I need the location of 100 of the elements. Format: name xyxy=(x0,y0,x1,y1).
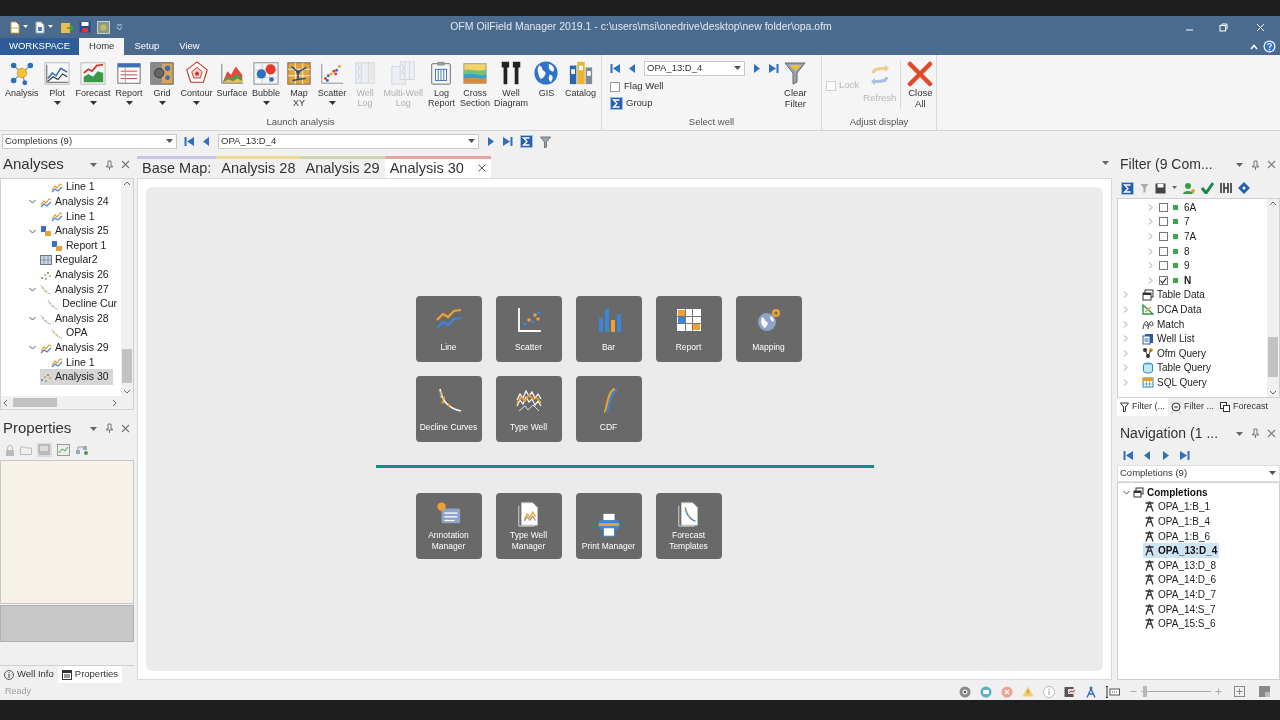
filter-checkbox[interactable] xyxy=(1159,232,1168,241)
panel-tab[interactable]: Properties xyxy=(57,666,123,683)
scrollbar-thumb[interactable] xyxy=(122,349,132,383)
filter-value[interactable]: 6A xyxy=(1184,199,1197,215)
diamond-icon[interactable] xyxy=(1238,182,1250,194)
dropdown-caret-icon[interactable] xyxy=(89,160,98,169)
tree-item[interactable]: Decline Cur xyxy=(47,296,121,312)
tree-item[interactable]: DCA Data xyxy=(1142,301,1202,317)
well-item[interactable]: OPA_13:D_4 xyxy=(1143,543,1220,559)
ribbon-button[interactable]: Scatter xyxy=(315,60,349,106)
filter-checkbox[interactable] xyxy=(1159,217,1168,227)
analysis-tile[interactable]: Bar xyxy=(575,296,642,362)
document-tab[interactable]: Base Map: xyxy=(137,156,217,178)
pin-icon[interactable] xyxy=(105,159,114,170)
tree-item[interactable]: Analysis 26 xyxy=(40,267,113,283)
zoom-slider[interactable] xyxy=(1141,686,1211,697)
filter-value[interactable]: 7 xyxy=(1184,214,1190,230)
ribbon-button[interactable]: Forecast xyxy=(73,60,113,106)
manager-tile[interactable]: Print Manager xyxy=(575,493,642,559)
sigma-icon[interactable] xyxy=(520,135,533,148)
dropdown-caret-icon[interactable] xyxy=(1101,159,1110,168)
ribbon-button[interactable]: Log Report xyxy=(424,60,458,108)
analysis-tile[interactable]: Mapping xyxy=(735,296,802,362)
close-icon[interactable] xyxy=(477,164,486,172)
panel-tab[interactable]: Well Info xyxy=(0,666,58,683)
document-tab[interactable]: Analysis 30 xyxy=(384,156,491,178)
customize-caret-icon[interactable] xyxy=(116,23,123,31)
filter-checkbox[interactable] xyxy=(1159,261,1168,271)
chevron-down-icon[interactable] xyxy=(29,227,36,235)
zoom-in-icon[interactable] xyxy=(1215,688,1222,695)
slider-thumb[interactable] xyxy=(1142,686,1147,697)
well-item[interactable]: OPA_14:S_7 xyxy=(1143,601,1218,617)
ruler-icon[interactable] xyxy=(1106,685,1120,698)
chevron-down-icon[interactable] xyxy=(29,198,36,206)
tree-item[interactable]: Regular2 xyxy=(40,252,102,269)
document-tab[interactable]: Analysis 29 xyxy=(300,156,385,178)
well-item[interactable]: OPA_1:B_1 xyxy=(1143,499,1213,515)
close-icon[interactable] xyxy=(1267,160,1276,169)
well-item[interactable]: OPA_13:D_8 xyxy=(1143,557,1219,573)
drafting-compass-icon[interactable] xyxy=(1085,685,1097,698)
chevron-down-icon[interactable] xyxy=(29,315,36,323)
ribbon-button[interactable]: Grid xyxy=(145,60,179,106)
panel-tab[interactable]: Forecast xyxy=(1217,398,1272,416)
close-icon[interactable] xyxy=(1267,428,1276,438)
ribbon-button[interactable]: Analysis xyxy=(3,60,41,98)
zoom-out-icon[interactable] xyxy=(1130,688,1137,695)
well-combo[interactable]: OPA_13:D_4 xyxy=(218,134,479,149)
chevron-up-icon[interactable] xyxy=(1250,42,1258,51)
ribbon-button[interactable]: Map XY xyxy=(282,60,316,108)
tree-item[interactable]: Line 1 xyxy=(51,179,99,196)
ribbon-button[interactable]: GIS xyxy=(530,60,563,98)
picture-icon[interactable] xyxy=(97,20,110,34)
help-icon[interactable] xyxy=(1263,40,1276,53)
group-button[interactable]: Group xyxy=(610,96,653,110)
columns-icon[interactable] xyxy=(1220,182,1232,194)
ribbon-button[interactable]: Report xyxy=(112,60,146,106)
last-well-icon[interactable] xyxy=(1180,449,1190,461)
tree-item[interactable]: Ofm Query xyxy=(1142,345,1206,361)
first-well-icon[interactable] xyxy=(184,136,194,147)
ribbon-tab[interactable]: WORKSPACE xyxy=(0,38,80,55)
funnel-icon[interactable] xyxy=(540,135,551,148)
chat-bubble-icon[interactable] xyxy=(980,685,992,698)
ribbon-button[interactable]: Cross Section xyxy=(457,60,492,108)
ribbon-button[interactable]: Contour xyxy=(178,60,215,106)
pin-icon[interactable] xyxy=(1251,428,1260,438)
document-tab[interactable]: Analysis 28 xyxy=(216,156,301,178)
chevron-down-icon[interactable] xyxy=(29,344,36,352)
tree-item[interactable]: Analysis 27 xyxy=(40,281,113,298)
well-item[interactable]: OPA_14:D_6 xyxy=(1143,572,1219,588)
tree-item[interactable]: SQL Query xyxy=(1142,374,1207,390)
close-icon[interactable] xyxy=(121,423,130,433)
first-well-icon[interactable] xyxy=(610,63,620,74)
tree-item[interactable]: Report 1 xyxy=(51,237,111,254)
tree-item[interactable]: Analysis 29 xyxy=(40,339,113,356)
tree-item[interactable]: Analysis 28 xyxy=(40,310,113,327)
pin-icon[interactable] xyxy=(1251,159,1260,170)
ribbon-button[interactable]: Bubble xyxy=(249,60,283,106)
ribbon-tab[interactable]: View xyxy=(169,38,210,55)
analysis-tile[interactable]: Type Well xyxy=(495,376,562,442)
tree-item[interactable]: Analysis 30 xyxy=(40,369,113,385)
flag-well-checkbox[interactable] xyxy=(610,81,620,92)
manager-tile[interactable]: Forecast Templates xyxy=(655,493,722,559)
last-well-icon[interactable] xyxy=(769,63,779,74)
next-well-icon[interactable] xyxy=(1161,449,1171,461)
category-combo[interactable]: Completions (9) xyxy=(1117,465,1280,482)
tree-item[interactable]: Line 1 xyxy=(51,208,99,225)
filter-value[interactable]: N xyxy=(1184,272,1192,288)
disc-icon[interactable] xyxy=(959,685,971,698)
tree-item[interactable]: Table Query xyxy=(1142,360,1211,376)
tree-item[interactable]: Well List xyxy=(1142,331,1195,347)
ribbon-button[interactable]: Catalog xyxy=(563,60,598,98)
vertical-scrollbar[interactable] xyxy=(121,179,133,396)
warning-icon[interactable] xyxy=(1022,686,1034,697)
next-well-icon[interactable] xyxy=(752,63,762,74)
person-icon[interactable] xyxy=(1183,182,1195,194)
close-all-button[interactable]: Close All xyxy=(907,61,934,115)
document-icon[interactable] xyxy=(10,20,20,34)
analysis-tile[interactable]: Report xyxy=(655,296,722,362)
last-well-icon[interactable] xyxy=(503,136,513,147)
analysis-tile[interactable]: Decline Curves xyxy=(415,376,482,442)
